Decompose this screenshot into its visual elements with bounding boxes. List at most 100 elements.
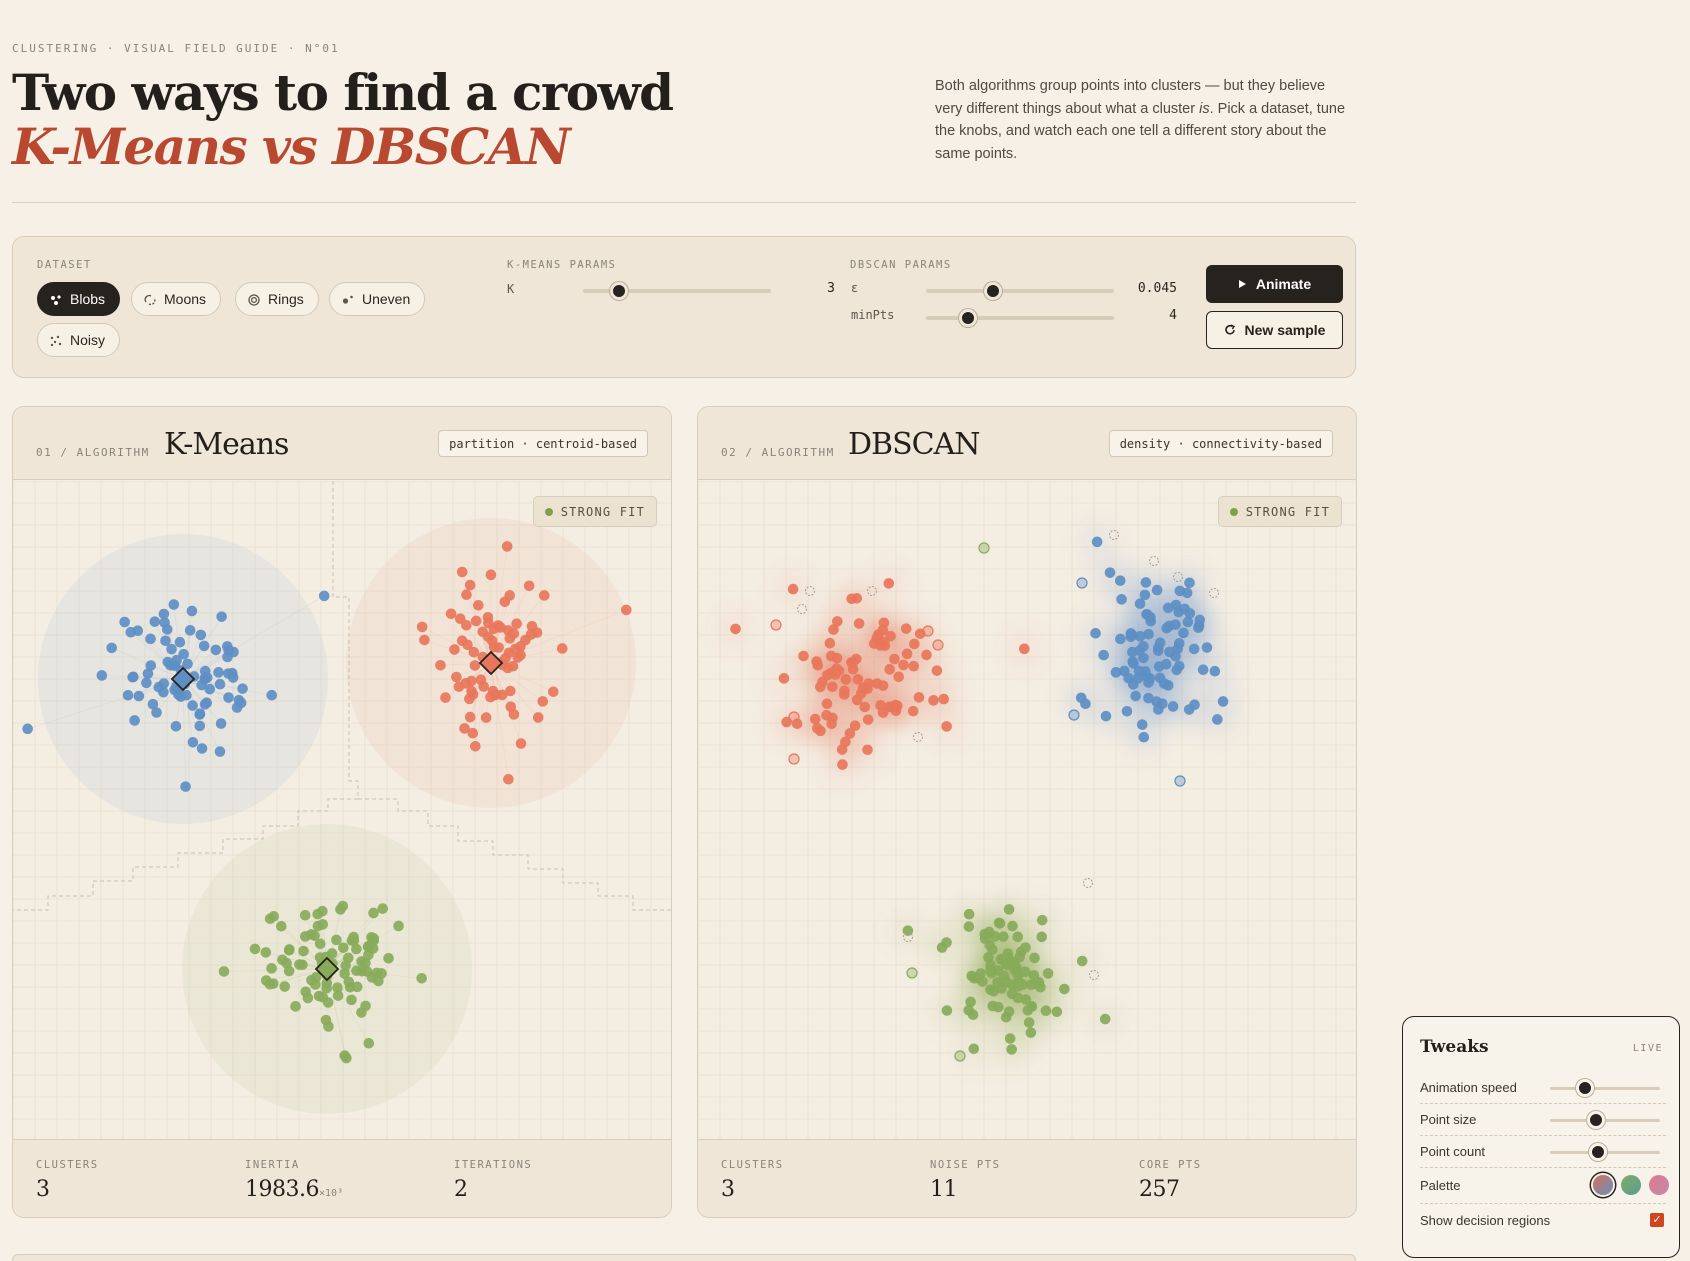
data-point xyxy=(496,689,508,701)
core-point xyxy=(857,682,869,694)
core-point xyxy=(730,623,741,635)
moons-icon xyxy=(144,293,156,306)
fit-dot xyxy=(1229,507,1238,516)
data-point xyxy=(283,944,295,956)
data-point xyxy=(195,629,207,641)
core-point xyxy=(836,744,848,755)
dataset-chip-noisy[interactable]: Noisy xyxy=(37,323,121,357)
core-point xyxy=(1012,981,1024,992)
data-point xyxy=(264,913,276,925)
dataset-chip-rings[interactable]: Rings xyxy=(235,282,319,316)
dbscan-stat-noise: NOISE PTS 11 xyxy=(930,1159,1000,1202)
eps-slider-thumb[interactable] xyxy=(984,282,1002,300)
border-point xyxy=(1174,775,1186,787)
core-point xyxy=(839,685,850,697)
core-point xyxy=(928,695,939,706)
data-point xyxy=(223,645,234,656)
data-point xyxy=(279,981,291,992)
data-point xyxy=(460,678,471,689)
point-size-thumb[interactable] xyxy=(1587,1111,1606,1129)
core-point xyxy=(859,701,871,713)
data-point xyxy=(477,626,489,638)
intro-em: is xyxy=(1199,100,1210,117)
core-point xyxy=(1118,665,1130,677)
dataset-chip-uneven[interactable]: Uneven xyxy=(329,282,426,316)
data-point xyxy=(168,599,180,610)
data-point xyxy=(504,590,516,601)
palette-swatch-pink[interactable] xyxy=(1649,1175,1669,1195)
data-point xyxy=(194,708,206,720)
dataset-chip-label: Noisy xyxy=(70,332,106,348)
dbscan-params-label: DBSCAN PARAMS xyxy=(850,259,952,271)
dataset-chip-label: Uneven xyxy=(362,291,411,307)
kmeans-title: K-Means xyxy=(164,427,289,462)
animation-speed-thumb[interactable] xyxy=(1576,1079,1595,1097)
core-point xyxy=(1128,658,1139,669)
kmeans-fit-text: STRONG FIT xyxy=(560,504,645,519)
data-point xyxy=(22,723,33,735)
data-point xyxy=(451,671,462,683)
data-point xyxy=(214,746,226,757)
noisy-icon xyxy=(50,334,62,347)
eps-label-text: ε xyxy=(851,281,859,295)
data-point xyxy=(260,947,272,958)
data-point xyxy=(348,935,360,946)
palette-swatch-warm[interactable] xyxy=(1593,1175,1613,1195)
data-point xyxy=(511,618,522,630)
stat-label: NOISE PTS xyxy=(930,1159,1001,1171)
data-point xyxy=(223,692,234,703)
point-count-thumb[interactable] xyxy=(1589,1143,1608,1161)
data-point xyxy=(456,566,468,578)
core-point xyxy=(938,693,950,705)
refresh-icon xyxy=(1224,324,1235,335)
data-point xyxy=(523,580,535,592)
core-point xyxy=(879,640,891,651)
core-point xyxy=(909,638,920,650)
title-line-1: Two ways to find a crowd xyxy=(12,63,674,122)
decision-regions-checkbox[interactable]: ✓ xyxy=(1650,1213,1664,1227)
core-point xyxy=(1007,920,1018,932)
core-point xyxy=(1091,536,1103,548)
core-point xyxy=(812,722,823,734)
k-slider-thumb[interactable] xyxy=(610,282,628,300)
new-sample-button[interactable]: New sample xyxy=(1206,311,1343,349)
data-point xyxy=(475,674,487,686)
stat-value: 3 xyxy=(721,1177,735,1202)
dataset-chip-moons[interactable]: Moons xyxy=(131,282,222,316)
data-point xyxy=(332,982,343,993)
dbscan-tag: density · connectivity-based xyxy=(1108,430,1333,457)
core-point xyxy=(893,671,905,683)
eps-slider-track[interactable] xyxy=(926,289,1114,293)
data-point xyxy=(96,670,108,681)
core-point xyxy=(1051,1006,1063,1018)
minpts-slider-track[interactable] xyxy=(926,316,1114,320)
minpts-value: 4 xyxy=(1169,308,1177,323)
k-label: K xyxy=(507,282,514,296)
data-point xyxy=(147,698,159,710)
data-point xyxy=(187,700,198,711)
data-point xyxy=(416,972,427,984)
dbscan-stat-core: CORE PTS 257 xyxy=(1139,1159,1202,1202)
minpts-label-text: minPts xyxy=(851,308,895,322)
border-point xyxy=(770,619,782,631)
dataset-chip-blobs[interactable]: Blobs xyxy=(37,282,121,316)
live-indicator: LIVE xyxy=(1632,1043,1663,1054)
core-point xyxy=(1020,942,1031,953)
core-point xyxy=(847,663,859,675)
core-point xyxy=(941,721,952,732)
k-label-text: K xyxy=(507,282,515,296)
tweak-label: Palette xyxy=(1420,1178,1461,1193)
core-point xyxy=(1090,627,1101,639)
data-point xyxy=(306,929,317,940)
core-point xyxy=(877,707,889,718)
palette-swatch-green[interactable] xyxy=(1621,1175,1641,1195)
data-point xyxy=(266,963,277,974)
minpts-slider-thumb[interactable] xyxy=(959,309,977,327)
core-point xyxy=(827,681,838,693)
kmeans-panel-header: 01 / ALGORITHM K-Means partition · centr… xyxy=(13,407,671,480)
eps-value: 0.045 xyxy=(1137,281,1177,296)
animate-button[interactable]: Animate xyxy=(1206,265,1343,303)
border-point xyxy=(932,639,944,651)
core-point xyxy=(862,714,874,725)
animation-speed-track[interactable] xyxy=(1550,1087,1660,1090)
